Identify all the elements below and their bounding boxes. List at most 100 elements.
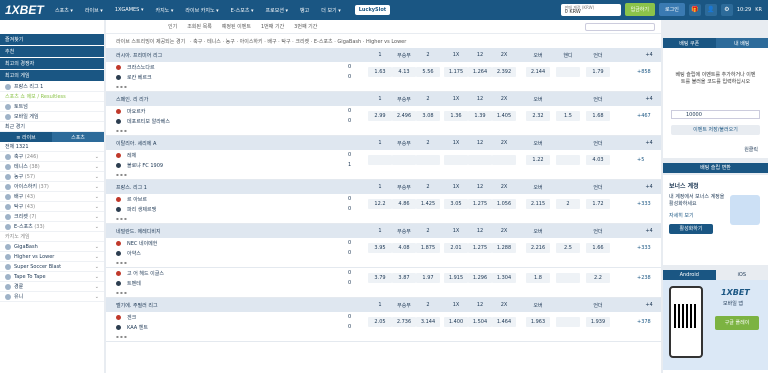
tab-sports[interactable]: 스포츠 bbox=[52, 132, 104, 142]
odds-button[interactable]: 1.939 bbox=[586, 317, 610, 327]
league-header[interactable]: 이탈리아. 세리에 A 1 무승부 2 1X 12 2X 오버 언더 +4 bbox=[106, 136, 661, 150]
odds-button[interactable] bbox=[556, 273, 580, 283]
league-header[interactable]: 네덜란드. 에레디비지 1 무승부 2 1X 12 2X 오버 언더 +4 bbox=[106, 224, 661, 238]
odds-button[interactable]: 1.8 bbox=[526, 273, 550, 283]
match-row[interactable]: NEC 네이메헌 0 아약스 0 ▪ ▪ ▪ 3.95 4.08 1.875 2.01 1.275… bbox=[106, 238, 661, 268]
featured-team-2[interactable]: 모바일 게임 bbox=[0, 112, 104, 122]
odds-button[interactable]: 1.39 bbox=[468, 111, 492, 121]
odds-button[interactable]: 2.392 bbox=[492, 67, 516, 77]
odds-button[interactable]: 2.216 bbox=[526, 243, 550, 253]
league-header[interactable]: 러시아. 프리미어 리그 1 무승부 2 1X 12 2X 오버 핸디 언더 +4 bbox=[106, 48, 661, 62]
odds-button[interactable]: 2.144 bbox=[526, 67, 550, 77]
odds-button[interactable] bbox=[556, 317, 580, 327]
odds-button[interactable]: 1.264 bbox=[468, 67, 492, 77]
subnav-first-period[interactable]: 1번째 기간 bbox=[261, 23, 284, 30]
odds-button[interactable]: 1.36 bbox=[444, 111, 468, 121]
odds-button[interactable]: 2 bbox=[556, 199, 580, 209]
more-markets-link[interactable]: +858 bbox=[637, 69, 651, 75]
nav-promotions[interactable]: 프로모션 ▾ bbox=[266, 7, 289, 14]
odds-button[interactable]: 1.63 bbox=[368, 67, 392, 77]
odds-button[interactable]: 2.496 bbox=[392, 111, 416, 121]
all-events-count[interactable]: 전체 1321 bbox=[0, 142, 104, 152]
featured-game[interactable]: 프랑스 리그 1 bbox=[0, 82, 104, 92]
account-balance[interactable]: 판매 계정 (KRW) 0 KRW bbox=[560, 3, 621, 16]
odds-button[interactable]: 4.03 bbox=[586, 155, 610, 165]
casino-game-item[interactable]: Higher vs Lower ⌄ bbox=[0, 252, 104, 262]
more-markets-link[interactable]: +467 bbox=[637, 113, 651, 119]
recent-games[interactable]: 최근 경기 bbox=[0, 122, 104, 132]
sport-item[interactable]: 탁구 (43) ⌄ bbox=[0, 202, 104, 212]
fav-top[interactable]: 추천 bbox=[0, 46, 104, 57]
sport-item[interactable]: 농구 (57) ⌄ bbox=[0, 172, 104, 182]
tab-live[interactable]: ≡ 라이브 bbox=[0, 132, 52, 142]
bet-slip-convert[interactable]: 배팅 슬립 변환 bbox=[663, 163, 768, 173]
nav-bingo[interactable]: 뱅고 bbox=[300, 7, 309, 14]
fav-best-games[interactable]: 최고의 게임 bbox=[0, 70, 104, 81]
odds-button[interactable]: 2.05 bbox=[368, 317, 392, 327]
odds-button[interactable] bbox=[368, 155, 392, 165]
match-row[interactable]: 르 아브르 0 파리 생제르맹 0 ▪ ▪ ▪ 12.2 4.86 1.425 3.05 1.27… bbox=[106, 194, 661, 224]
casino-game-item[interactable]: 경륜 ⌄ bbox=[0, 282, 104, 292]
odds-button[interactable]: 1.405 bbox=[492, 111, 516, 121]
gear-icon[interactable]: ⚙ bbox=[720, 3, 733, 16]
search-field[interactable] bbox=[585, 22, 655, 31]
odds-button[interactable]: 2.736 bbox=[392, 317, 416, 327]
league-header[interactable]: 스페인. 리 리가 1 무승부 2 1X 12 2X 오버 언더 +4 bbox=[106, 92, 661, 106]
more-markets-link[interactable]: +238 bbox=[637, 275, 651, 281]
odds-button[interactable]: 1.504 bbox=[468, 317, 492, 327]
subnav-third-period[interactable]: 3번째 기간 bbox=[294, 23, 317, 30]
league-header[interactable]: 벨기에. 주필러 리그 1 무승부 2 1X 12 2X 오버 언더 +4 bbox=[106, 298, 661, 312]
fav-best-rivals[interactable]: 최고의 경쟁자 bbox=[0, 58, 104, 69]
odds-button[interactable]: 4.13 bbox=[392, 67, 416, 77]
odds-button[interactable]: 1.5 bbox=[556, 111, 580, 121]
odds-button[interactable]: 1.22 bbox=[526, 155, 550, 165]
more-markets-link[interactable]: +333 bbox=[637, 245, 651, 251]
stake-input[interactable]: 10000 bbox=[671, 110, 760, 119]
odds-button[interactable]: 1.68 bbox=[586, 111, 610, 121]
odds-button[interactable]: 1.296 bbox=[468, 273, 492, 283]
subnav-upcoming[interactable]: 예정된 이벤트 bbox=[222, 23, 251, 30]
odds-button[interactable]: 1.304 bbox=[492, 273, 516, 283]
odds-button[interactable]: 5.56 bbox=[416, 67, 440, 77]
odds-button[interactable]: 1.288 bbox=[492, 243, 516, 253]
odds-button[interactable]: 1.275 bbox=[468, 199, 492, 209]
nav-sports[interactable]: 스포츠 ▾ bbox=[55, 7, 73, 14]
brand-logo[interactable]: 1XBET bbox=[5, 3, 55, 17]
odds-button[interactable]: 2.5 bbox=[556, 243, 580, 253]
subnav-viewed[interactable]: 조회된 목록 bbox=[187, 23, 212, 30]
odds-button[interactable] bbox=[556, 155, 580, 165]
odds-button[interactable]: 1.915 bbox=[444, 273, 468, 283]
odds-button[interactable]: 1.97 bbox=[416, 273, 440, 283]
nav-esports[interactable]: E-스포츠 ▾ bbox=[231, 7, 254, 14]
subnav-popular[interactable]: 인기 bbox=[168, 23, 177, 30]
odds-button[interactable]: 1.875 bbox=[416, 243, 440, 253]
more-markets-link[interactable]: +333 bbox=[637, 201, 651, 207]
odds-button[interactable]: 2.32 bbox=[526, 111, 550, 121]
nav-more[interactable]: 더 보기 ▾ bbox=[321, 7, 341, 14]
favorites-header[interactable]: 즐겨찾기 bbox=[0, 34, 104, 45]
odds-button[interactable]: 2.01 bbox=[444, 243, 468, 253]
match-row[interactable]: 고 어 헤드 이글스 0 트벤테 0 ▪ ▪ ▪ 3.79 3.87 1.97 1.915 1.2… bbox=[106, 268, 661, 298]
casino-game-item[interactable]: Super Soccer Blast ⌄ bbox=[0, 262, 104, 272]
odds-button[interactable]: 1.175 bbox=[444, 67, 468, 77]
casino-game-item[interactable]: GigaBash ⌄ bbox=[0, 242, 104, 252]
google-play-button[interactable]: 구글 플레이 bbox=[715, 316, 759, 330]
odds-button[interactable]: 3.79 bbox=[368, 273, 392, 283]
nav-live[interactable]: 라이브 ▾ bbox=[85, 7, 103, 14]
sport-item[interactable]: 축구 (246) ⌄ bbox=[0, 152, 104, 162]
odds-button[interactable]: 3.95 bbox=[368, 243, 392, 253]
nav-casino[interactable]: 카지노 ▾ bbox=[155, 7, 173, 14]
odds-button[interactable]: 1.275 bbox=[468, 243, 492, 253]
language-selector[interactable]: KR bbox=[755, 7, 762, 13]
odds-button[interactable]: 1.963 bbox=[526, 317, 550, 327]
tab-android[interactable]: Android bbox=[663, 270, 716, 280]
lucky-slot-button[interactable]: LuckySlot bbox=[354, 5, 391, 15]
odds-button[interactable] bbox=[492, 155, 516, 165]
user-icon[interactable]: 👤 bbox=[704, 3, 717, 16]
tab-ios[interactable]: iOS bbox=[715, 270, 768, 280]
odds-button[interactable]: 2.115 bbox=[526, 199, 550, 209]
odds-button[interactable] bbox=[392, 155, 416, 165]
match-row[interactable]: 겐크 0 KAA 헨트 0 ▪ ▪ ▪ 2.05 2.736 3.144 1.400 1.504 1… bbox=[106, 312, 661, 342]
match-row[interactable]: 레체 0 볼로냐 FC 1909 1 ▪ ▪ ▪ 1.22 4.03 +5 bbox=[106, 150, 661, 180]
odds-button[interactable]: 12.2 bbox=[368, 199, 392, 209]
